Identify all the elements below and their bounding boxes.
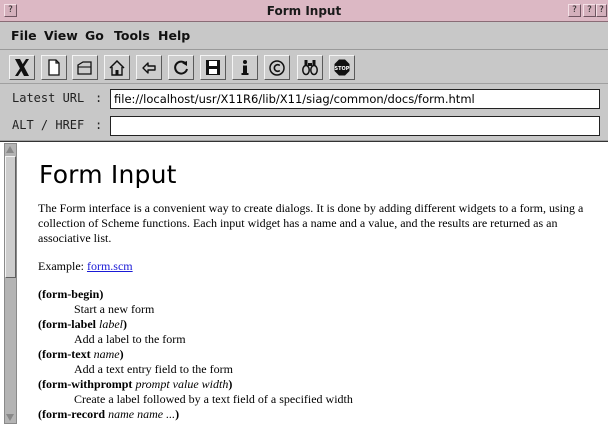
- function-description: Add a text entry field to the form: [74, 362, 233, 376]
- alt-href-input[interactable]: [110, 116, 600, 136]
- new-document-icon: [48, 59, 60, 76]
- function-args: prompt value width: [135, 377, 229, 391]
- open-folder-icon: [77, 61, 92, 75]
- find-button[interactable]: [297, 55, 323, 80]
- page-heading: Form Input: [39, 160, 177, 189]
- function-description: Create a label followed by a text field …: [74, 392, 353, 406]
- function-close: ): [175, 407, 180, 421]
- toolbar: STOP: [0, 51, 608, 84]
- function-args: name: [93, 347, 120, 361]
- x-logo-icon: [15, 59, 29, 76]
- function-term: (form-record name name ...): [38, 407, 602, 422]
- stop-button[interactable]: STOP: [329, 55, 355, 80]
- function-list: (form-begin) Start a new form (form-labe…: [38, 287, 602, 422]
- function-name: (form-begin: [38, 287, 100, 301]
- minimize-button[interactable]: ?: [568, 4, 581, 17]
- function-term: (form-text name): [38, 347, 602, 362]
- intro-paragraph: The Form interface is a convenient way t…: [38, 201, 584, 245]
- info-button[interactable]: [232, 55, 258, 80]
- document-page: Form Input The Form interface is a conve…: [38, 160, 602, 426]
- back-arrow-icon: [142, 62, 156, 74]
- info-icon: [241, 60, 249, 75]
- function-close: ): [122, 317, 127, 331]
- function-name: (form-withprompt: [38, 377, 133, 391]
- function-term: (form-label label): [38, 317, 602, 332]
- function-term: (form-withprompt prompt value width): [38, 377, 602, 392]
- menu-view[interactable]: View: [44, 28, 78, 43]
- menu-file[interactable]: File: [11, 28, 37, 43]
- x-logo-button[interactable]: [9, 55, 35, 80]
- save-button[interactable]: [200, 55, 226, 80]
- title-bar: ? Form Input ? ? ?: [0, 0, 608, 22]
- maximize-button[interactable]: ?: [583, 4, 596, 17]
- open-folder-button[interactable]: [72, 55, 98, 80]
- alt-href-colon: :: [95, 118, 103, 132]
- stop-icon: STOP: [334, 59, 350, 76]
- example-line: Example: form.scm: [38, 259, 602, 274]
- back-button[interactable]: [136, 55, 162, 80]
- function-close: ): [119, 347, 124, 361]
- function-close: ): [228, 377, 233, 391]
- alt-href-row: ALT / HREF :: [0, 111, 608, 141]
- save-disk-icon: [206, 60, 220, 75]
- function-name: (form-label: [38, 317, 96, 331]
- menu-go[interactable]: Go: [85, 28, 104, 43]
- window-title: Form Input: [266, 4, 342, 18]
- menu-help[interactable]: Help: [158, 28, 190, 43]
- scroll-down-arrow-icon[interactable]: [6, 414, 14, 421]
- copyright-icon: [269, 60, 285, 76]
- reload-button[interactable]: [168, 55, 194, 80]
- function-args: label: [98, 317, 123, 331]
- menu-bar: File View Go Tools Help: [0, 22, 608, 50]
- copyright-button[interactable]: [264, 55, 290, 80]
- function-args: name name ...: [108, 407, 176, 421]
- reload-icon: [174, 60, 188, 75]
- new-document-button[interactable]: [41, 55, 67, 80]
- function-name: (form-record: [38, 407, 106, 421]
- url-label: Latest URL: [12, 91, 85, 105]
- scroll-thumb[interactable]: [5, 156, 16, 278]
- home-button[interactable]: [104, 55, 130, 80]
- function-description: Start a new form: [74, 302, 155, 316]
- function-description: Add a label to the form: [74, 332, 186, 346]
- function-close: ): [99, 287, 104, 301]
- alt-href-label: ALT / HREF: [12, 118, 85, 132]
- function-name: (form-text: [38, 347, 91, 361]
- menu-tools[interactable]: Tools: [114, 28, 150, 43]
- scroll-up-arrow-icon[interactable]: [6, 146, 14, 153]
- stop-icon-label: STOP: [335, 66, 350, 72]
- url-row: Latest URL :: [0, 84, 608, 114]
- vertical-scrollbar[interactable]: [4, 143, 17, 424]
- close-button[interactable]: ?: [596, 4, 607, 17]
- url-colon: :: [95, 91, 103, 105]
- url-input[interactable]: [110, 89, 600, 109]
- example-label: Example:: [38, 259, 84, 273]
- example-link[interactable]: form.scm: [87, 259, 133, 273]
- home-icon: [109, 59, 125, 76]
- function-term: (form-begin): [38, 287, 602, 302]
- binoculars-icon: [302, 60, 318, 76]
